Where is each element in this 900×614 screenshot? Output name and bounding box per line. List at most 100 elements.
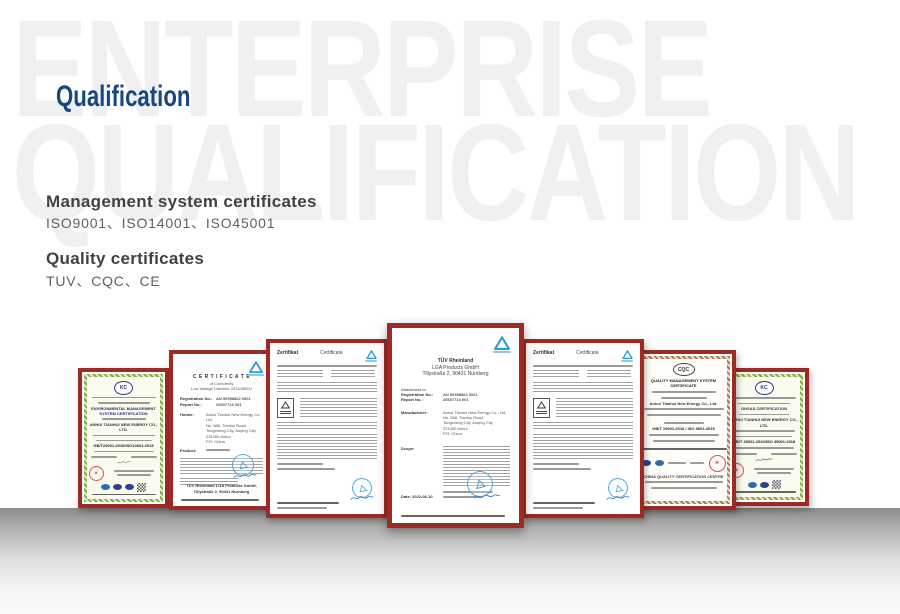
text-line-placeholder: [277, 365, 377, 367]
table-placeholder: [277, 382, 377, 393]
signature-icon: [348, 494, 376, 502]
text-line-placeholder: [649, 434, 719, 436]
certificate-standard: GB/T 19001-2016 / ISO 9001:2015: [652, 426, 714, 431]
text-line-placeholder: [668, 462, 686, 464]
red-stamp-icon: ✶: [89, 466, 104, 481]
text-line-placeholder: [181, 499, 259, 501]
text-line-placeholder: [206, 449, 230, 451]
text-line-placeholder: [647, 414, 721, 416]
manufacturer-label: Manufacturer:: [401, 410, 443, 437]
certificate-zertifikat-right[interactable]: Zertifikat Certificate: [522, 339, 644, 518]
iaf-badge-icon: [748, 482, 757, 488]
table-placeholder: [533, 370, 579, 378]
cnas-badge-icon: [113, 484, 122, 490]
text-line-placeholder: [277, 468, 335, 470]
certificate-title-de: Zertifikat: [533, 350, 554, 357]
text-line-placeholder: [643, 448, 727, 450]
product-label: Product:: [180, 448, 206, 453]
signature-icon: [752, 457, 776, 463]
text-line-placeholder: [401, 515, 505, 517]
certificate-cqc[interactable]: CQC QUALITY MANAGEMENT SYSTEM CERTIFICAT…: [631, 350, 736, 510]
text-line-placeholder: [493, 351, 511, 353]
holder-line: Tongcheng City, Anqing City: [206, 428, 263, 433]
qualification-section: ENTERPRISE QUALIFICATION Qualification M…: [0, 0, 900, 614]
quality-certificates-heading: Quality certificates: [46, 249, 204, 269]
text-line-placeholder: [533, 507, 583, 509]
text-line-placeholder: [533, 463, 579, 465]
text-line-placeholder: [664, 422, 704, 424]
iaf-badge-icon: [101, 484, 110, 490]
text-line-placeholder: [92, 494, 156, 495]
text-line-placeholder: [536, 411, 547, 415]
certificate-environmental[interactable]: KC ENVIRONMENTAL MANAGEMENT SYSTEM CERTI…: [78, 368, 169, 508]
kc-logo-icon: KC: [755, 381, 774, 395]
codes-placeholder: [556, 398, 633, 418]
text-line-placeholder: [533, 468, 591, 470]
certificate-tuv-main[interactable]: TÜV Rheinland LGA Products GmbH Tillystr…: [387, 323, 524, 528]
certificate-title-en: Certificate: [320, 350, 343, 357]
holder-line: P.R. China: [206, 439, 263, 444]
certificate-title: OHSAS CERTIFICATION: [729, 406, 799, 411]
text-line-placeholder: [754, 468, 794, 470]
text-line-placeholder: [653, 440, 715, 442]
text-line-placeholder: [277, 507, 327, 509]
kc-logo-icon: KC: [114, 381, 133, 395]
certificate-ce-lvd[interactable]: C E R T I F I C A T E of Conformity Low …: [169, 350, 274, 510]
certificate-title-de: Zertifikat: [277, 350, 298, 357]
text-line-placeholder: [736, 436, 792, 438]
cqc-logo-icon: CQC: [673, 363, 695, 376]
text-line-placeholder: [757, 472, 791, 474]
scope-label: Scope:: [401, 446, 443, 500]
text-line-placeholder: [94, 451, 154, 452]
tuv-rheinland-logo-icon: [493, 336, 511, 353]
report-label: Report No.:: [180, 402, 216, 407]
text-line-placeholder: [533, 365, 633, 367]
text-line-placeholder: [771, 453, 797, 455]
table-placeholder: [587, 370, 631, 378]
certificate-date: Date: 2022-06-10: [401, 494, 433, 499]
certificate-company: ANHUI TIANHUI NEW ENERGY CO., LTD.: [729, 417, 799, 428]
text-line-placeholder: [277, 463, 323, 465]
text-line-placeholder: [651, 487, 717, 489]
model-list-placeholder: [533, 434, 633, 460]
text-line-placeholder: [96, 440, 152, 441]
holder-label: Holder:: [180, 412, 206, 444]
text-line-placeholder: [738, 403, 790, 405]
certificate-standard: GB/T 45001-2020/ISO 45001:2018: [733, 439, 796, 444]
text-line-placeholder: [732, 397, 796, 399]
text-line-placeholder: [365, 360, 377, 362]
certificate-paper: CQC QUALITY MANAGEMENT SYSTEM CERTIFICAT…: [637, 356, 730, 504]
page-title: Qualification: [56, 80, 190, 114]
report-value: 20607716 001: [443, 397, 478, 402]
certificate-paper: KC OHSAS CERTIFICATION ANHUI TIANHUI NEW…: [725, 374, 803, 500]
certificate-paper: KC ENVIRONMENTAL MANAGEMENT SYSTEM CERTI…: [84, 374, 163, 502]
certificate-zertifikat-left[interactable]: Zertifikat Certificate: [266, 339, 388, 518]
text-line-placeholder: [248, 374, 264, 376]
certificate-title: ENVIRONMENTAL MANAGEMENT SYSTEM CERTIFIC…: [89, 406, 159, 417]
report-value: 20607716 001: [216, 402, 242, 407]
certificate-footer: TÜV Rheinland LGA Products GmbH, Tillyst…: [179, 483, 264, 494]
quality-certificates-items: TUV、CQC、CE: [46, 271, 161, 291]
table-placeholder: [277, 370, 323, 378]
text-line-placeholder: [533, 502, 595, 504]
text-line-placeholder: [93, 435, 155, 436]
accreditation-badge-icon: [125, 484, 134, 490]
table-placeholder: [533, 422, 633, 430]
text-line-placeholder: [621, 360, 633, 362]
red-stamp-icon: ✶: [709, 455, 726, 472]
text-line-placeholder: [690, 462, 704, 464]
tuv-rheinland-logo-icon: [621, 350, 633, 362]
certificate-company: Anhui Tianhui New Energy Co., Ltd.: [641, 401, 727, 406]
cnas-badge-icon: [655, 460, 664, 466]
signature-icon: [112, 460, 136, 465]
text-line-placeholder: [277, 502, 339, 504]
text-line-placeholder: [131, 456, 157, 458]
certificate-title: QUALITY MANAGEMENT SYSTEM CERTIFICATE: [641, 378, 727, 389]
certificate-title-en: Certificate: [576, 350, 599, 357]
org-line: Tillystraße 2, 90431 Nürnberg: [401, 371, 510, 378]
certificate-footer: CHINA QUALITY CERTIFICATION CENTRE: [643, 474, 723, 479]
cnas-badge-icon: [760, 482, 769, 488]
holder-line: Anhui Tianhui New Energy Co., Ltd.: [206, 412, 263, 423]
table-placeholder: [277, 422, 377, 430]
manufacturer-line: P.R. China: [443, 431, 506, 436]
